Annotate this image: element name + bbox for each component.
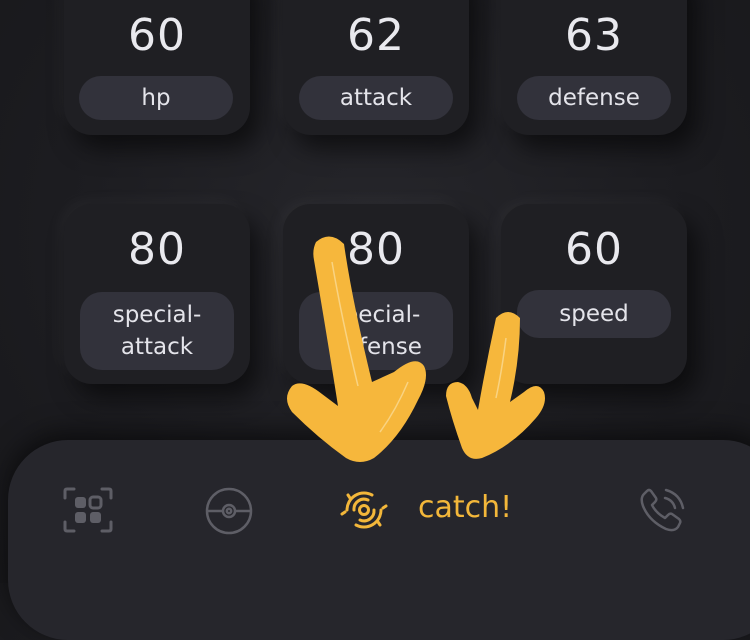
stat-value: 63 (565, 10, 623, 61)
stat-card-attack: 62 attack (283, 0, 469, 135)
stat-label: attack (299, 76, 453, 120)
phone-call-icon (640, 488, 685, 532)
bottom-nav-bar (8, 440, 750, 640)
stat-card-defense: 63 defense (501, 0, 687, 135)
nav-catch-button[interactable]: catch! (338, 486, 528, 534)
stat-value: 80 (128, 224, 186, 275)
stat-label: speed (517, 290, 671, 338)
stat-label: defense (517, 76, 671, 120)
stat-label: special- defense (299, 292, 453, 370)
stat-value: 62 (347, 10, 405, 61)
nav-call-button[interactable] (636, 486, 688, 536)
pokeball-icon (205, 487, 253, 535)
stat-label: special- attack (80, 292, 234, 370)
stat-card-hp: 60 hp (64, 0, 250, 135)
stat-value: 60 (565, 224, 623, 275)
qr-scan-icon (63, 487, 113, 533)
catch-label: catch! (418, 490, 513, 525)
nav-pokeball-button[interactable] (204, 486, 254, 536)
stat-value: 60 (128, 10, 186, 61)
stat-value: 80 (347, 224, 405, 275)
stat-card-special-attack: 80 special- attack (64, 204, 250, 384)
stat-card-special-defense: 80 special- defense (283, 204, 469, 384)
stat-label: hp (79, 76, 233, 120)
stat-card-speed: 60 speed (501, 204, 687, 384)
nav-qr-scan-button[interactable] (62, 486, 114, 534)
catch-icon (340, 491, 388, 529)
